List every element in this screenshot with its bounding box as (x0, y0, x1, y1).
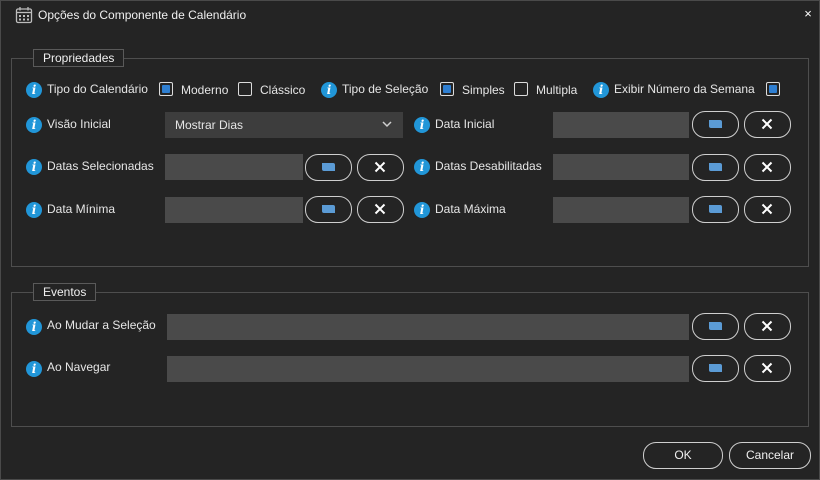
on-selection-change-input[interactable] (167, 314, 689, 340)
initial-view-label: Visão Inicial (47, 117, 111, 131)
calendar-type-label: Tipo do Calendário (47, 82, 148, 96)
checkbox-classico[interactable] (238, 82, 252, 96)
clear-icon (761, 362, 773, 374)
on-navigate-clear-button[interactable] (744, 355, 791, 382)
selected-dates-clear-button[interactable] (357, 154, 404, 181)
info-icon[interactable]: i (414, 202, 430, 218)
selection-type-label: Tipo de Seleção (342, 82, 429, 96)
disabled-dates-bind-button[interactable] (692, 154, 739, 181)
window-title: Opções do Componente de Calendário (38, 8, 247, 22)
max-date-bind-button[interactable] (692, 196, 739, 223)
checkbox-moderno-label: Moderno (181, 83, 229, 97)
calendar-icon (15, 7, 33, 24)
initial-view-value: Mostrar Dias (175, 118, 244, 132)
show-week-number-label: Exibir Número da Semana (614, 82, 755, 96)
checkbox-multipla[interactable] (514, 82, 528, 96)
dialog-window: Opções do Componente de Calendário × Pro… (0, 0, 820, 480)
max-date-label: Data Máxima (435, 202, 506, 216)
initial-view-select[interactable]: Mostrar Dias (165, 112, 403, 138)
properties-legend: Propriedades (33, 49, 125, 67)
script-icon (322, 205, 335, 213)
info-icon[interactable]: i (26, 361, 42, 377)
clear-icon (761, 203, 773, 215)
script-icon (709, 205, 722, 213)
clear-icon (761, 320, 773, 332)
title-bar: Opções do Componente de Calendário × (1, 1, 819, 29)
info-icon[interactable]: i (26, 82, 42, 98)
info-icon[interactable]: i (26, 159, 42, 175)
info-icon[interactable]: i (26, 319, 42, 335)
min-date-bind-button[interactable] (305, 196, 352, 223)
on-selection-change-bind-button[interactable] (692, 313, 739, 340)
script-icon (709, 322, 722, 330)
on-navigate-bind-button[interactable] (692, 355, 739, 382)
min-date-clear-button[interactable] (357, 196, 404, 223)
checkbox-classico-label: Clássico (260, 83, 306, 97)
info-icon[interactable]: i (414, 117, 430, 133)
disabled-dates-clear-button[interactable] (744, 154, 791, 181)
clear-icon (761, 118, 773, 130)
close-icon[interactable]: × (801, 7, 815, 21)
disabled-dates-label: Datas Desabilitadas (435, 159, 542, 173)
max-date-input[interactable] (553, 197, 689, 223)
initial-date-input[interactable] (553, 112, 689, 138)
checkbox-week-number[interactable] (766, 82, 780, 96)
checkbox-simples-label: Simples (462, 83, 505, 97)
checkbox-multipla-label: Multipla (536, 83, 578, 97)
initial-date-label: Data Inicial (435, 117, 495, 131)
disabled-dates-input[interactable] (553, 154, 689, 180)
events-legend: Eventos (33, 283, 97, 301)
ok-button[interactable]: OK (643, 442, 723, 469)
clear-icon (761, 161, 773, 173)
info-icon[interactable]: i (26, 117, 42, 133)
clear-icon (374, 203, 386, 215)
script-icon (709, 163, 722, 171)
cancel-button[interactable]: Cancelar (729, 442, 811, 469)
min-date-label: Data Mínima (47, 202, 116, 216)
on-navigate-input[interactable] (167, 356, 689, 382)
script-icon (709, 364, 722, 372)
info-icon[interactable]: i (593, 82, 609, 98)
clear-icon (374, 161, 386, 173)
on-selection-change-clear-button[interactable] (744, 313, 791, 340)
checkbox-simples[interactable] (440, 82, 454, 96)
script-icon (322, 163, 335, 171)
max-date-clear-button[interactable] (744, 196, 791, 223)
initial-date-clear-button[interactable] (744, 111, 791, 138)
on-selection-change-label: Ao Mudar a Seleção (47, 318, 156, 332)
info-icon[interactable]: i (26, 202, 42, 218)
info-icon[interactable]: i (414, 159, 430, 175)
selected-dates-bind-button[interactable] (305, 154, 352, 181)
checkbox-moderno[interactable] (159, 82, 173, 96)
chevron-down-icon (382, 121, 392, 128)
min-date-input[interactable] (165, 197, 303, 223)
on-navigate-label: Ao Navegar (47, 360, 111, 374)
script-icon (709, 120, 722, 128)
selected-dates-label: Datas Selecionadas (47, 159, 154, 173)
selected-dates-input[interactable] (165, 154, 303, 180)
info-icon[interactable]: i (321, 82, 337, 98)
initial-date-bind-button[interactable] (692, 111, 739, 138)
